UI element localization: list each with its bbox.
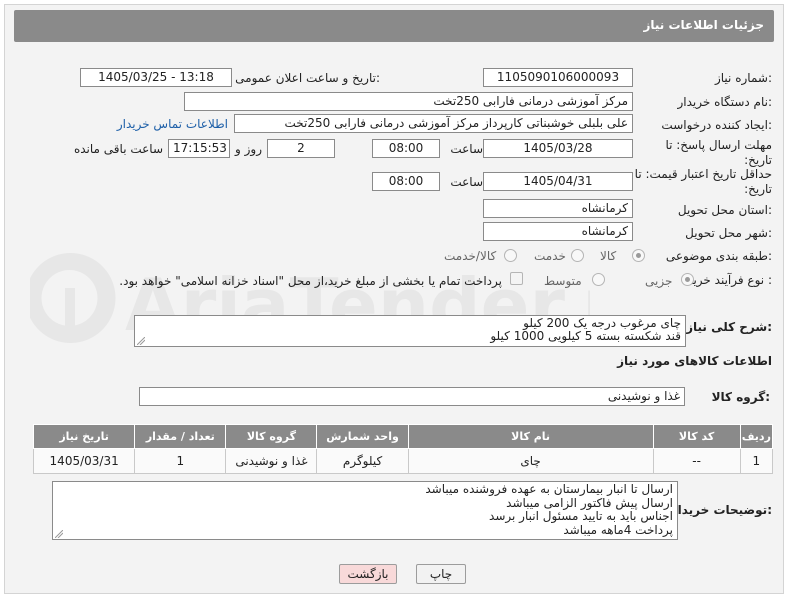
category-service-label: خدمت [534,249,566,263]
col-quantity: تعداد / مقدار [134,424,227,449]
cell-quantity: 1 [134,448,227,474]
goods-info-title: اطلاعات کالاهای مورد نیاز [617,354,772,368]
remaining-time-field[interactable]: 17:15:53 [168,139,230,158]
general-desc-textarea[interactable]: چای مرغوب درجه یک 200 کیلو قند شکسته بست… [134,315,686,347]
price-time-label: ساعت [450,175,483,189]
price-time-field[interactable]: 08:00 [372,172,440,191]
reply-time-field[interactable]: 08:00 [372,139,440,158]
province-field[interactable]: کرمانشاه [483,199,633,218]
creator-label: ایجاد کننده درخواست: [661,118,772,132]
buyer-notes-line-2: ارسال پیش فاکتور الزامی میباشد [506,495,673,510]
category-label: طبقه بندی موضوعی: [665,249,772,263]
cell-row: 1 [739,448,774,474]
price-deadline-label: حداقل تاریخ اعتبار قیمت: تا تاریخ: [634,167,772,196]
col-need-date: تاریخ نیاز [32,424,136,449]
page-title: جزئیات اطلاعات نیاز [643,18,764,32]
back-button[interactable]: بازگشت [339,564,397,584]
treasury-payment-checkbox[interactable] [510,272,523,285]
province-label: استان محل تحویل: [677,203,772,217]
reply-time-label: ساعت [450,142,483,156]
resize-grip-icon[interactable] [137,337,145,345]
col-row: ردیف [739,424,774,449]
creator-field[interactable]: علی بلبلی خوشبناتی کارپرداز مرکز آموزشی … [234,114,633,133]
buyer-notes-textarea[interactable]: ارسال تا انبار بیمارستان به عهده فروشنده… [52,481,678,540]
print-button[interactable]: چاپ [416,564,466,584]
cell-item-code: -- [652,448,741,474]
goods-group-field[interactable]: غذا و نوشیدنی [139,387,685,406]
buyer-org-field[interactable]: مرکز آموزشی درمانی فارابی 250تخت [184,92,633,111]
announce-datetime-field[interactable]: 1405/03/25 - 13:18 [80,68,232,87]
reply-deadline-label: مهلت ارسال پاسخ: تا تاریخ: [665,138,772,167]
city-field[interactable]: کرمانشاه [483,222,633,241]
goods-group-label: گروه کالا: [711,390,770,404]
buyer-org-label: نام دستگاه خریدار: [677,95,773,109]
cell-group: غذا و نوشیدنی [225,448,318,474]
buyer-notes-label: توضیحات خریدار: [670,503,772,517]
buyer-notes-line-1: ارسال تا انبار بیمارستان به عهده فروشنده… [425,482,673,496]
remaining-days-field[interactable]: 2 [267,139,335,158]
purchase-minor-label: جزیی [645,274,673,288]
category-both-label: کالا/خدمت [444,249,497,263]
need-number-label: شماره نیاز: [714,71,772,85]
category-both-radio[interactable] [504,249,517,262]
cell-need-date: 1405/03/31 [32,448,136,474]
purchase-minor-radio[interactable] [681,273,694,286]
need-number-field[interactable]: 1105090106000093 [483,68,633,87]
reply-date-field[interactable]: 1405/03/28 [483,139,633,158]
general-desc-line-2: قند شکسته بسته 5 کیلویی 1000 کیلو [490,329,681,343]
price-date-field[interactable]: 1405/04/31 [483,172,633,191]
city-label: شهر محل تحویل: [685,226,772,240]
category-goods-radio[interactable] [632,249,645,262]
col-unit: واحد شمارش [316,424,409,449]
cell-unit: کیلوگرم [316,448,409,474]
category-goods-label: کالا [600,249,617,263]
col-item-name: نام کالا [407,424,654,449]
remaining-label: ساعت باقی مانده [73,142,163,156]
col-item-code: کد کالا [652,424,741,449]
treasury-payment-note: پرداخت تمام یا بخشی از مبلغ خرید،از محل … [119,274,502,288]
resize-grip-icon[interactable] [55,530,63,538]
goods-table: ردیف کد کالا نام کالا واحد شمارش گروه کا… [32,424,774,474]
page-header: جزئیات اطلاعات نیاز [14,10,774,42]
buyer-contact-link[interactable]: اطلاعات تماس خریدار [117,117,228,131]
cell-item-name: چای [407,448,654,474]
buyer-notes-line-4: پرداخت 4ماهه میباشد [563,522,673,537]
buyer-notes-line-3: اجناس باید به تایید مسئول انبار برسد [489,509,673,523]
col-group: گروه کالا [225,424,318,449]
purchase-medium-radio[interactable] [592,273,605,286]
table-row[interactable]: 1 -- چای کیلوگرم غذا و نوشیدنی 1 1405/03… [32,448,774,474]
purchase-medium-label: متوسط [544,274,582,288]
announce-label: تاریخ و ساعت اعلان عمومی: [235,71,380,85]
days-label: روز و [235,142,262,156]
purchase-type-label: نوع فرآیند خرید : [687,273,772,287]
table-header-row: ردیف کد کالا نام کالا واحد شمارش گروه کا… [32,424,774,449]
category-service-radio[interactable] [571,249,584,262]
general-desc-label: شرح کلی نیاز: [686,320,772,334]
